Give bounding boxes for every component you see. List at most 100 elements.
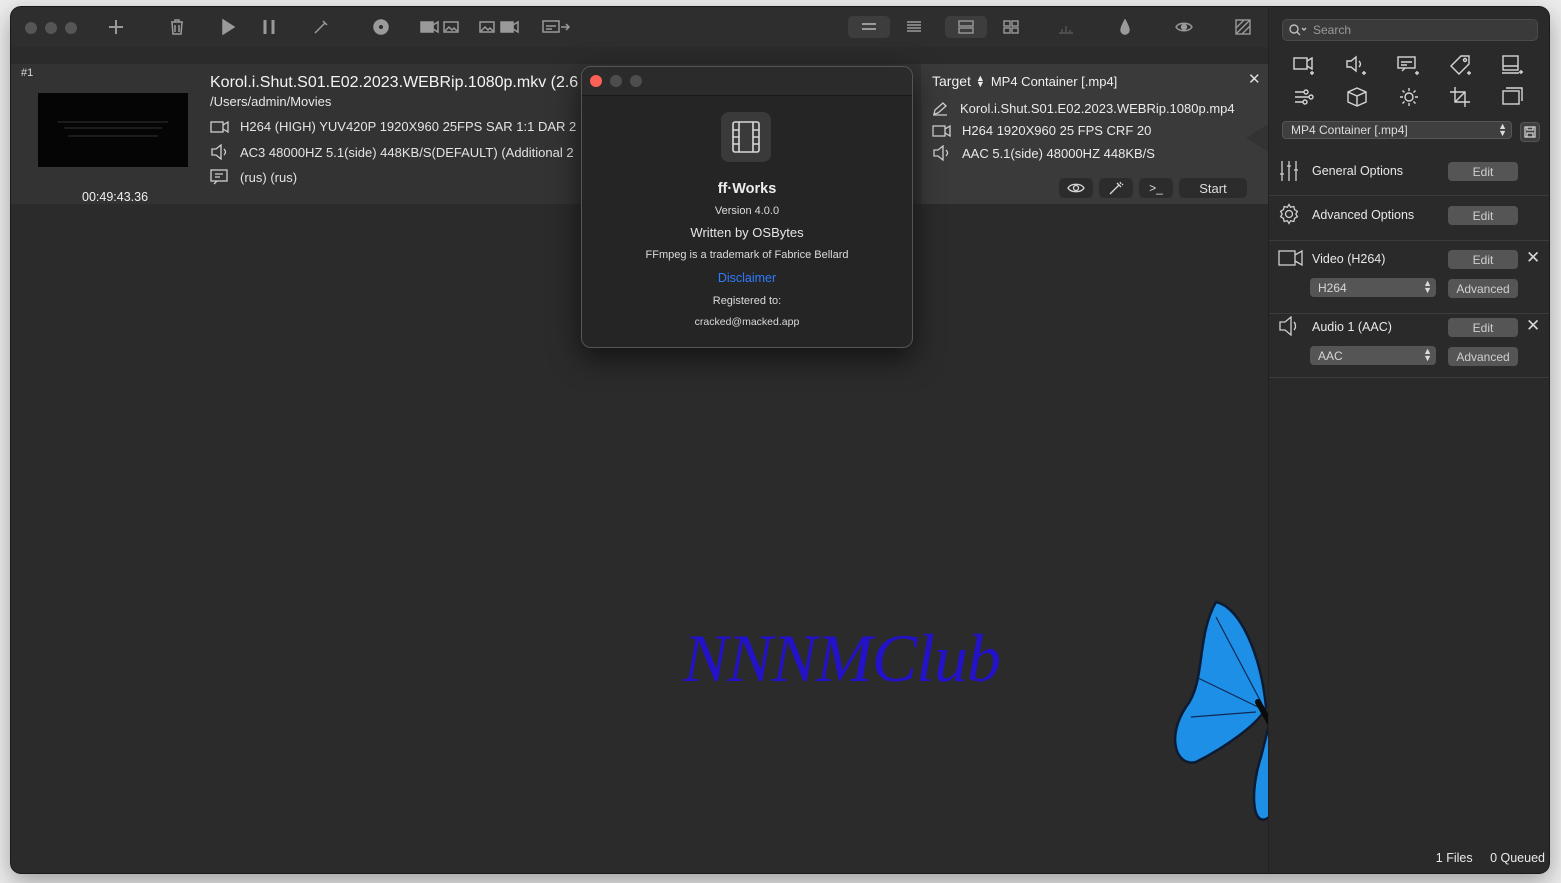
search-field[interactable]	[1282, 19, 1538, 41]
updown-chevron-icon: ▲ ▼	[1498, 121, 1507, 138]
resize-icon[interactable]	[1498, 84, 1528, 110]
audio-codec-select[interactable]: AAC ▲ ▼	[1310, 346, 1436, 365]
video-icon	[932, 124, 951, 137]
audio-codec-value: AAC	[1318, 348, 1343, 363]
wand-icon[interactable]	[311, 15, 331, 39]
pencil-icon	[933, 101, 947, 116]
about-registered-to: cracked@macked.app	[694, 316, 800, 328]
about-version: Version 4.0.0	[714, 205, 780, 217]
source-title: Korol.i.Shut.S01.E02.2023.WEBRip.1080p.m…	[210, 74, 579, 91]
files-count: 1 Files	[1435, 851, 1473, 865]
source-audio-text: AC3 48000HZ 5.1(side) 448KB/S(DEFAULT) (…	[240, 144, 574, 160]
save-preset-button[interactable]	[1520, 122, 1540, 142]
subtitle-export-icon[interactable]	[541, 15, 573, 39]
advanced-options-label: Advanced Options	[1312, 208, 1415, 222]
target-header[interactable]: Target ▲ ▼ MP4 Container [.mp4]	[932, 73, 1117, 89]
container-select-value: MP4 Container [.mp4]	[1291, 123, 1408, 137]
brightness-icon[interactable]	[1394, 84, 1424, 110]
about-minimize-button	[610, 75, 622, 87]
updown-chevron-icon: ▲ ▼	[1423, 346, 1432, 363]
add-subtitle-stream-icon[interactable]	[1394, 52, 1424, 78]
video-codec-select[interactable]: H264 ▲ ▼	[1310, 278, 1436, 297]
speaker-icon	[933, 145, 949, 161]
updown-chevron-icon: ▲ ▼	[975, 73, 985, 89]
eye-icon[interactable]	[1163, 16, 1205, 38]
general-options-label: General Options	[1312, 164, 1404, 178]
image-to-video-icon[interactable]	[478, 15, 520, 39]
sidebar: MP4 Container [.mp4] ▲▼ General Options …	[1268, 7, 1549, 873]
target-panel: Target ▲ ▼ MP4 Container [.mp4] ✕ Korol.i…	[921, 64, 1268, 204]
crop-hatch-icon[interactable]	[1222, 16, 1264, 38]
source-subtitle-info: (rus) (rus)	[210, 169, 582, 185]
container-select[interactable]: MP4 Container [.mp4] ▲ ▼	[1282, 121, 1512, 139]
target-filename-row[interactable]: Korol.i.Shut.S01.E02.2023.WEBRip.1080p.m…	[932, 101, 1235, 116]
queued-count: 0 Queued	[1490, 851, 1545, 865]
source-video-text: H264 (HIGH) YUV420P 1920X960 25FPS SAR 1…	[240, 119, 577, 134]
video-stream-label: Video (H264)	[1312, 252, 1386, 266]
status-footer: 1 Files 0 Queued	[1436, 851, 1545, 865]
video-to-image-icon[interactable]	[419, 15, 461, 39]
add-chapter-icon[interactable]	[1498, 52, 1528, 78]
trash-icon[interactable]	[167, 15, 187, 39]
terminal-button[interactable]: >_	[1139, 178, 1173, 198]
gear-icon	[1278, 203, 1300, 230]
disc-icon[interactable]	[371, 15, 391, 39]
divider	[1269, 377, 1549, 378]
crop-icon[interactable]	[1446, 84, 1476, 110]
source-subtitle-text: (rus) (rus)	[240, 169, 298, 185]
toolbar	[11, 7, 1268, 47]
advanced-options-edit-button[interactable]: Edit	[1448, 206, 1518, 225]
list-expanded-view-icon[interactable]	[945, 16, 987, 38]
divider	[1269, 313, 1549, 314]
about-disclaimer-link[interactable]: Disclaimer	[582, 271, 912, 285]
drop-icon[interactable]	[1104, 16, 1146, 38]
preview-button[interactable]	[1059, 178, 1093, 198]
divider	[1269, 240, 1549, 241]
about-close-button[interactable]	[590, 75, 602, 87]
close-target-button[interactable]: ✕	[1248, 70, 1261, 88]
play-icon[interactable]	[218, 15, 238, 39]
window-close-button[interactable]	[25, 22, 37, 34]
remove-audio-stream-button[interactable]: ✕	[1526, 317, 1540, 334]
updown-chevron-icon: ▲ ▼	[1423, 278, 1432, 295]
list-compact-view-icon[interactable]	[848, 16, 890, 38]
tools-button[interactable]	[1099, 178, 1133, 198]
target-pointer	[1246, 124, 1268, 152]
audio-advanced-button[interactable]: Advanced	[1448, 347, 1518, 366]
search-input[interactable]	[1311, 22, 1525, 38]
add-metadata-tag-icon[interactable]	[1446, 52, 1476, 78]
search-icon	[1289, 24, 1307, 36]
source-video-info: H264 (HIGH) YUV420P 1920X960 25FPS SAR 1…	[210, 119, 582, 134]
video-edit-button[interactable]: Edit	[1448, 250, 1518, 269]
window-zoom-button[interactable]	[65, 22, 77, 34]
add-video-stream-icon[interactable]	[1290, 52, 1320, 78]
speaker-icon	[1278, 315, 1302, 341]
list-detail-view-icon[interactable]	[893, 16, 935, 38]
about-titlebar	[582, 67, 912, 96]
add-icon[interactable]	[106, 15, 126, 39]
app-window: #1 00:49:43.36 Korol.i.Shut.S01.E02.2023…	[11, 7, 1549, 873]
start-button[interactable]: Start	[1179, 178, 1247, 198]
target-audio-row: AAC 5.1(side) 48000HZ 448KB/S	[932, 145, 1155, 161]
terminal-icon: >_	[1149, 181, 1163, 195]
audio-stream-label: Audio 1 (AAC)	[1312, 320, 1392, 334]
video-advanced-button[interactable]: Advanced	[1448, 279, 1518, 298]
3d-box-icon[interactable]	[1342, 84, 1372, 110]
video-thumbnail[interactable]	[38, 93, 188, 167]
audio-edit-button[interactable]: Edit	[1448, 318, 1518, 337]
subtitle-icon	[210, 169, 228, 185]
grid-view-icon[interactable]	[990, 16, 1032, 38]
eye-icon	[1067, 183, 1085, 193]
duration-label: 00:49:43.36	[82, 190, 149, 204]
window-minimize-button[interactable]	[45, 22, 57, 34]
general-options-edit-button[interactable]: Edit	[1448, 162, 1518, 181]
remove-video-stream-button[interactable]: ✕	[1526, 249, 1540, 266]
sliders-icon	[1278, 160, 1300, 187]
add-audio-stream-icon[interactable]	[1342, 52, 1372, 78]
speaker-icon	[211, 144, 227, 160]
target-label: Target	[932, 73, 971, 89]
target-audio: AAC 5.1(side) 48000HZ 448KB/S	[962, 145, 1155, 161]
app-icon	[721, 112, 771, 162]
pause-icon[interactable]	[259, 15, 279, 39]
filters-icon[interactable]	[1290, 84, 1320, 110]
